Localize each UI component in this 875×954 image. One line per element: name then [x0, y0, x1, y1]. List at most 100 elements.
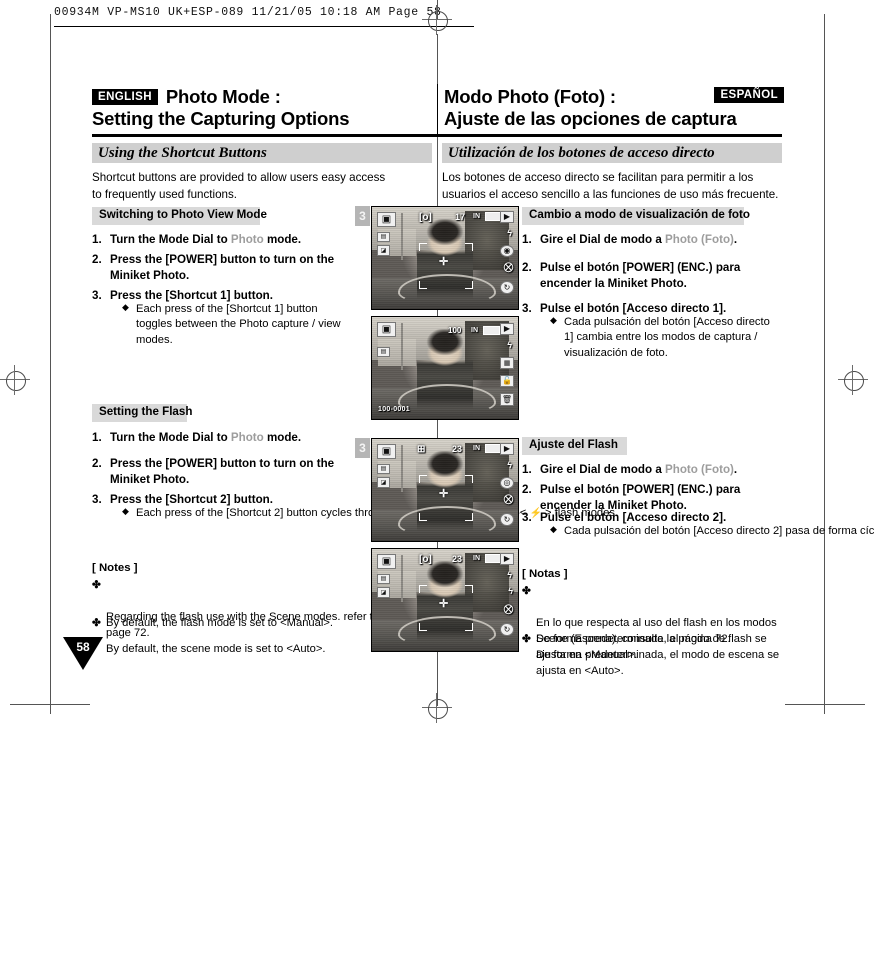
english-s2-bullet-icon: ◆	[122, 506, 129, 516]
english-s2-bullet: ◆ Each press of the [Shortcut 2] button …	[122, 506, 618, 521]
auto-flash-icon: ◎	[500, 477, 514, 489]
english-s2-step-1-text: Turn the Mode Dial to Photo mode.	[110, 430, 392, 446]
playback-icon: ▶	[500, 553, 514, 565]
english-s1-bullet-icon: ◆	[122, 302, 129, 312]
focus-corner-tr	[465, 243, 473, 251]
english-intro: Shortcut buttons are provided to allow u…	[92, 171, 386, 201]
registration-mark-bottom-center	[422, 693, 452, 723]
shot-counter: 17	[455, 212, 466, 222]
spanish-s1-bullet-text: Cada pulsación del botón [Acceso directo…	[564, 316, 770, 359]
spanish-s1-bullet-icon: ◆	[550, 315, 557, 325]
spanish-notes-title: [ Notas ]	[522, 568, 568, 580]
english-s2-step-2-text: Press the [POWER] button to turn on the …	[110, 457, 335, 486]
english-s1-step-1-number: 1.	[92, 233, 102, 246]
english-s1-step-1-text-a: Turn the Mode Dial to	[110, 233, 231, 246]
spanish-subheading-flash: Ajuste del Flash	[522, 437, 627, 455]
quality-icon: ◪	[377, 587, 390, 598]
spanish-s1-step-1-gray: Photo (Foto)	[665, 233, 734, 246]
spanish-title-line2: Ajuste de las opciones de captura	[444, 107, 737, 129]
spanish-note-2-text: De forma predeterminada, el modo de flas…	[536, 633, 767, 661]
english-s2-step-1-number: 1.	[92, 431, 102, 444]
shot-counter: 23	[452, 444, 463, 454]
crop-mark-right-vertical	[824, 14, 825, 714]
no-flash-icon: ⛒	[503, 494, 513, 504]
lcd-pole	[401, 323, 404, 371]
self-timer-icon: ↻	[500, 281, 514, 294]
crop-mark-bottom-right-horizontal	[785, 704, 865, 705]
focus-center-cross: ✛	[439, 488, 449, 500]
english-s1-bullet: ◆ Each press of the [Shortcut 1] button …	[122, 302, 354, 348]
english-s1-step-3-number: 3.	[92, 289, 102, 302]
file-number-label: 100-0001	[378, 406, 410, 413]
spanish-s2-step-2-number: 2.	[522, 483, 532, 496]
focus-center-cross: ✛	[439, 256, 449, 268]
english-s2-step-2: 2. Press the [POWER] button to turn on t…	[92, 456, 342, 487]
spanish-s1-step-2-number: 2.	[522, 261, 532, 274]
spanish-s1-step-1-number: 1.	[522, 233, 532, 246]
spanish-title-block: Modo Photo (Foto) : Ajuste de las opcion…	[444, 86, 784, 130]
focus-center-cross: ✛	[439, 598, 449, 610]
english-subheading-switching: Switching to Photo View Mode	[92, 207, 267, 225]
lcd-screen-photo-view-1: ▣ ▤ 100 IN ▶ ϟ ▦ 🔓 🗑 100-0001	[371, 316, 519, 420]
shot-counter: 23	[452, 554, 463, 564]
focus-corner-tl	[419, 243, 427, 251]
spanish-s2-step-1-text-b: .	[733, 463, 738, 476]
english-note-2: ✤ By default, the flash mode is set to <…	[92, 616, 382, 632]
english-s2-step-1-gray: Photo	[230, 431, 264, 444]
registration-mark-right	[838, 365, 868, 395]
english-s1-step-1-text-b: mode.	[263, 233, 302, 246]
english-language-badge: ENGLISH	[92, 89, 158, 106]
spanish-note-2-icon: ✤	[522, 633, 531, 645]
page-number: 58	[76, 640, 90, 654]
english-s1-step-2-text: Press the [POWER] button to turn on the …	[110, 253, 335, 282]
spanish-s2-step-1-number: 1.	[522, 463, 532, 476]
spanish-badge-wrap: ESPAÑOL	[714, 87, 784, 106]
english-s1-step-1: 1. Turn the Mode Dial to Photo mode.	[92, 232, 392, 248]
spanish-intro: Los botones de acceso directo se facilit…	[442, 171, 779, 201]
title-underline	[92, 134, 782, 137]
scan-header-rule	[54, 26, 474, 27]
english-s2-step-1-text-a: Turn the Mode Dial to	[110, 431, 231, 444]
focus-corner-tl	[419, 475, 427, 483]
spanish-s1-step-1-text: Gire el Dial de modo a Photo (Foto).	[540, 232, 780, 248]
slow-flash-icon: ϟ	[508, 586, 513, 596]
spanish-s1-step-3-number: 3.	[522, 302, 532, 315]
english-s1-step-2: 2. Press the [POWER] button to turn on t…	[92, 252, 364, 283]
resolution-icon: ▤	[377, 574, 390, 584]
spanish-s1-step-2: 2. Pulse el botón [POWER] (ENC.) para en…	[522, 260, 784, 291]
no-flash-icon: ⛒	[503, 604, 513, 614]
spanish-s2-bullet-text: Cada pulsación del botón [Acceso directo…	[564, 524, 875, 539]
focus-corner-tr	[465, 585, 473, 593]
flash-icon: ϟ	[507, 340, 512, 350]
spanish-language-badge: ESPAÑOL	[714, 87, 784, 104]
spanish-s2-bullet-part1: Cada pulsación del botón [Acceso directo…	[564, 525, 875, 537]
english-note-1-icon: ✤	[92, 579, 101, 591]
spanish-s2-step-1: 1. Gire el Dial de modo a Photo (Foto).	[522, 462, 780, 478]
lcd-screen-photo-capture-3: ▣ ▤ ◪ [o] 23 IN ▶ ϟ ϟ ⛒ ↻ ✛	[371, 548, 519, 652]
focus-corner-br	[465, 513, 473, 521]
flash-icon: ϟ	[507, 460, 512, 470]
memory-indicator: IN	[471, 327, 478, 334]
english-s2-step-3-number: 3.	[92, 493, 102, 506]
spanish-s1-bullet: ◆ Cada pulsación del botón [Acceso direc…	[550, 315, 782, 361]
crop-mark-bottom-horizontal	[10, 704, 90, 705]
english-s1-step-1-gray: Photo	[230, 233, 264, 246]
english-s2-step-1-text-b: mode.	[263, 431, 302, 444]
focus-corner-bl	[419, 281, 427, 289]
delete-icon: 🗑	[500, 393, 514, 406]
quality-icon: ◪	[377, 477, 390, 488]
english-title-line1: Photo Mode :	[165, 86, 281, 107]
lcd-pole	[401, 445, 404, 493]
spanish-s2-step-1-text: Gire el Dial de modo a Photo (Foto).	[540, 462, 780, 478]
memory-indicator: IN	[473, 555, 480, 562]
english-notes-title: [ Notes ]	[92, 562, 138, 574]
no-flash-icon: ⛒	[503, 262, 513, 272]
spanish-s2-step-2: 2. Pulse el botón [POWER] (ENC.) para en…	[522, 482, 784, 513]
spanish-s1-step-1-text-a: Gire el Dial de modo a	[540, 233, 665, 246]
manual-page: 00934M VP-MS10 UK+ESP-089 11/21/05 10:18…	[0, 0, 875, 954]
lcd-bicycle	[398, 616, 496, 647]
spanish-subheading-switching: Cambio a modo de visualización de foto	[522, 207, 750, 225]
spanish-s2-bullet-icon: ◆	[550, 524, 557, 534]
focus-corner-tr	[465, 475, 473, 483]
spanish-section-bar: Utilización de los botones de acceso dir…	[442, 143, 782, 163]
